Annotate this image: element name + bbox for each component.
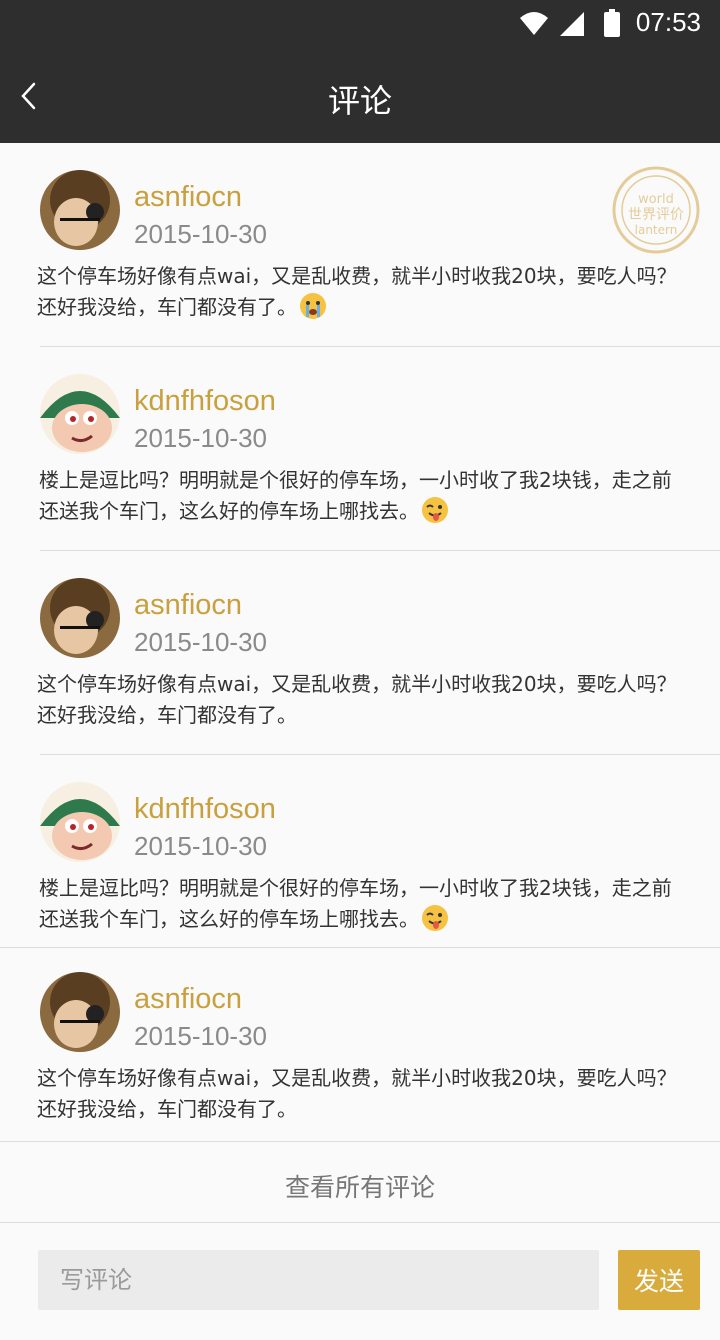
avatar[interactable] [40, 170, 120, 250]
comment-username[interactable]: asnfiocn [134, 589, 242, 622]
cell-signal-icon [560, 12, 584, 36]
avatar[interactable] [40, 782, 120, 862]
comment-item: asnfiocn 2015-10-30 world 世界评价 lantern 这… [0, 143, 720, 347]
comment-date: 2015-10-30 [134, 219, 267, 249]
page-title: 评论 [327, 82, 392, 120]
comment-text: 楼上是逗比吗？明明就是个很好的停车场，一小时收了我2块钱，走之前 还送我个车门，… [39, 873, 699, 935]
comment-username[interactable]: asnfiocn [134, 983, 242, 1016]
svg-text:lantern: lantern [635, 223, 678, 237]
comment-text-line: 楼上是逗比吗？明明就是个很好的停车场，一小时收了我2块钱，走之前 [39, 468, 672, 492]
stamp-icon: world 世界评价 lantern [612, 166, 700, 254]
comment-item: kdnfhfoson 2015-10-30 楼上是逗比吗？明明就是个很好的停车场… [0, 755, 720, 959]
battery-icon [604, 9, 620, 37]
comment-text-line: 还好我没给，车门都没有了。 [37, 292, 697, 323]
comment-text: 这个停车场好像有点wai，又是乱收费，就半小时收我20块，要吃人吗？ 还好我没给… [37, 669, 697, 731]
avatar[interactable] [40, 972, 120, 1052]
comment-date: 2015-10-30 [134, 423, 267, 453]
comment-text-line: 还送我个车门，这么好的停车场上哪找去。 [39, 496, 699, 527]
comment-composer: 发送 [0, 1223, 720, 1340]
comment-username[interactable]: kdnfhfoson [134, 385, 276, 418]
comment-text-line: 还送我个车门，这么好的停车场上哪找去。 [39, 904, 699, 935]
comment-list: asnfiocn 2015-10-30 world 世界评价 lantern 这… [0, 143, 720, 1130]
comment-username[interactable]: asnfiocn [134, 181, 242, 214]
comment-item: kdnfhfoson 2015-10-30 楼上是逗比吗？明明就是个很好的停车场… [0, 347, 720, 551]
send-button[interactable]: 发送 [618, 1250, 700, 1310]
comment-text: 这个停车场好像有点wai，又是乱收费，就半小时收我20块，要吃人吗？ 还好我没给… [37, 1063, 697, 1125]
comment-text-line: 这个停车场好像有点wai，又是乱收费，就半小时收我20块，要吃人吗？ [37, 672, 677, 696]
comment-username[interactable]: kdnfhfoson [134, 793, 276, 826]
comment-text-line: 还好我没给，车门都没有了。 [37, 1097, 297, 1121]
comment-item: asnfiocn 2015-10-30 这个停车场好像有点wai，又是乱收费，就… [0, 551, 720, 755]
status-time: 07:53 [635, 7, 701, 37]
avatar[interactable] [40, 578, 120, 658]
comment-date: 2015-10-30 [134, 627, 267, 657]
wifi-icon [520, 12, 548, 35]
comment-text: 这个停车场好像有点wai，又是乱收费，就半小时收我20块，要吃人吗？ 还好我没给… [37, 261, 697, 323]
comment-text-line: 还好我没给，车门都没有了。 [37, 703, 297, 727]
comment-date: 2015-10-30 [134, 831, 267, 861]
view-all-comments-button[interactable]: 查看所有评论 [0, 1141, 720, 1223]
comment-text-line: 这个停车场好像有点wai，又是乱收费，就半小时收我20块，要吃人吗？ [37, 264, 677, 288]
winking-tongue-emoji-icon [422, 905, 448, 931]
crying-face-emoji-icon [300, 293, 326, 319]
comment-text: 楼上是逗比吗？明明就是个很好的停车场，一小时收了我2块钱，走之前 还送我个车门，… [39, 465, 699, 527]
winking-tongue-emoji-icon [422, 497, 448, 523]
comment-date: 2015-10-30 [134, 1021, 267, 1051]
svg-text:世界评价: 世界评价 [628, 207, 684, 223]
status-bar: 07:53 [0, 0, 720, 50]
comment-text-line: 这个停车场好像有点wai，又是乱收费，就半小时收我20块，要吃人吗？ [37, 1066, 677, 1090]
comment-input[interactable] [38, 1250, 599, 1310]
comment-text-line: 楼上是逗比吗？明明就是个很好的停车场，一小时收了我2块钱，走之前 [39, 876, 672, 900]
avatar[interactable] [40, 374, 120, 454]
comment-item: asnfiocn 2015-10-30 这个停车场好像有点wai，又是乱收费，就… [0, 948, 720, 1130]
header-bar: 评论 [0, 50, 720, 143]
view-all-label: 查看所有评论 [284, 1173, 435, 1202]
svg-text:world: world [638, 192, 674, 207]
